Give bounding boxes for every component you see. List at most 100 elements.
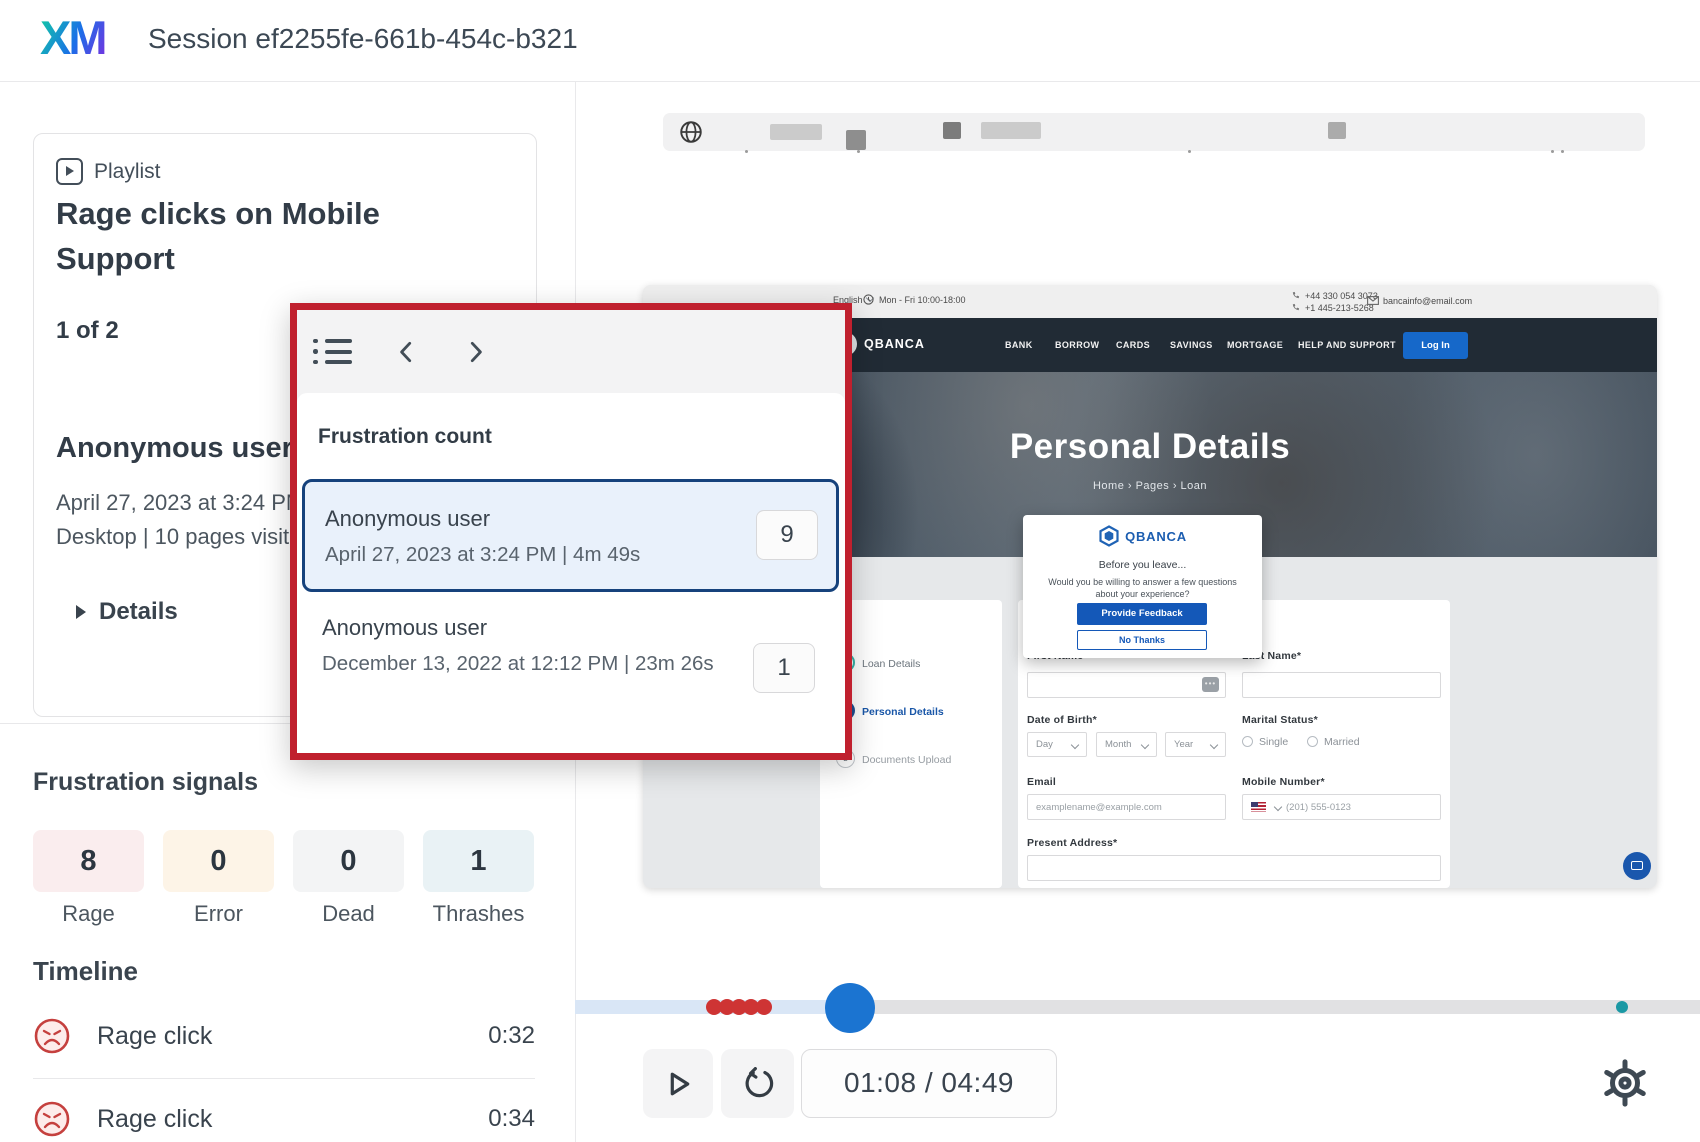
- feedback-modal: QBANCA Before you leave... Would you be …: [1023, 515, 1262, 658]
- dob-month-select[interactable]: Month: [1096, 732, 1157, 757]
- rage-event-marker[interactable]: [756, 999, 772, 1015]
- signal-chip-error: 0: [163, 830, 274, 892]
- redacted-dot: [1188, 150, 1191, 153]
- frustration-signals-heading: Frustration signals: [33, 768, 259, 796]
- replay-browser-bar: [663, 113, 1645, 151]
- frustration-count-badge: 9: [756, 510, 818, 560]
- redacted-dot: [1561, 150, 1564, 153]
- redacted-text-block: [1328, 122, 1346, 139]
- last-name-input[interactable]: [1242, 672, 1441, 698]
- married-radio[interactable]: [1307, 736, 1318, 747]
- single-radio[interactable]: [1242, 736, 1253, 747]
- brand-name: QBANCA: [864, 337, 925, 351]
- autofill-icon[interactable]: •••: [1202, 677, 1219, 692]
- item-meta: December 13, 2022 at 12:12 PM | 23m 26s: [322, 652, 714, 675]
- session-user: Anonymous user: [56, 432, 293, 464]
- list-view-icon[interactable]: [313, 338, 352, 365]
- signal-label-rage: Rage: [62, 901, 115, 926]
- first-name-input[interactable]: [1027, 672, 1226, 698]
- login-button[interactable]: Log In: [1403, 332, 1468, 359]
- email-input[interactable]: [1027, 794, 1226, 820]
- play-icon: [670, 1072, 690, 1095]
- provide-feedback-button[interactable]: Provide Feedback: [1077, 603, 1207, 625]
- signal-chip-rage: 8: [33, 830, 144, 892]
- event-time: 0:34: [488, 1105, 535, 1132]
- chevron-down-icon: [1140, 740, 1150, 749]
- phone-number-2: +1 445-213-5268: [1305, 303, 1374, 313]
- dob-day-select[interactable]: Day: [1027, 732, 1087, 757]
- nav-link-borrow[interactable]: BORROW: [1055, 340, 1099, 350]
- chat-icon: [1631, 861, 1643, 870]
- session-replay-app: XM Session ef2255fe-661b-454c-b321 Playl…: [0, 0, 1700, 1142]
- mobile-placeholder: (201) 555-0123: [1286, 801, 1351, 813]
- session-list-item[interactable]: Anonymous user December 13, 2022 at 12:1…: [302, 605, 839, 747]
- timeline-heading: Timeline: [33, 956, 139, 986]
- nav-link-savings[interactable]: SAVINGS: [1170, 340, 1213, 350]
- dob-label: Date of Birth*: [1027, 714, 1097, 726]
- opening-hours: Mon - Fri 10:00-18:00: [879, 295, 966, 305]
- item-user: Anonymous user: [325, 506, 491, 531]
- chevron-right-icon: [76, 605, 86, 619]
- item-meta: April 27, 2023 at 3:24 PM | 4m 49s: [325, 543, 641, 566]
- clock-icon: [863, 294, 874, 305]
- playlist-icon: [56, 158, 83, 185]
- popup-toolbar: [297, 310, 845, 393]
- playlist-label: Playlist: [94, 159, 161, 183]
- survey-event-marker[interactable]: [1616, 1001, 1628, 1013]
- timeline-event-row[interactable]: Rage click 0:32: [33, 1017, 535, 1055]
- globe-icon: [680, 121, 702, 143]
- signal-label-dead: Dead: [322, 901, 375, 926]
- session-meta: Desktop | 10 pages visited: [56, 524, 314, 549]
- chevron-down-icon: [1273, 802, 1283, 812]
- chevron-down-icon: [1070, 740, 1080, 749]
- modal-body: Would you be willing to answer a few que…: [1048, 577, 1237, 599]
- settings-button[interactable]: [1594, 1052, 1656, 1114]
- event-label: Rage click: [97, 1021, 213, 1050]
- step3-label[interactable]: Documents Upload: [862, 754, 951, 766]
- nav-link-bank[interactable]: BANK: [1005, 340, 1033, 350]
- us-flag-icon: [1251, 802, 1266, 812]
- details-toggle[interactable]: Details: [76, 598, 178, 626]
- present-address-label: Present Address*: [1027, 837, 1118, 849]
- married-label: Married: [1324, 736, 1360, 748]
- phone-icon: [1292, 303, 1300, 311]
- chevron-down-icon: [1209, 740, 1219, 749]
- frustration-count-popup: Frustration count Anonymous user April 2…: [290, 303, 852, 760]
- step1-label[interactable]: Loan Details: [862, 658, 920, 670]
- item-user: Anonymous user: [322, 615, 488, 640]
- modal-brand: QBANCA: [1125, 528, 1187, 544]
- restart-button[interactable]: [721, 1049, 794, 1118]
- mail-icon: [1367, 296, 1379, 305]
- modal-logo: QBANCA: [1023, 525, 1262, 547]
- redacted-dot: [857, 150, 860, 153]
- no-thanks-button[interactable]: No Thanks: [1077, 630, 1207, 650]
- chevron-left-icon[interactable]: [394, 339, 420, 365]
- progress-track-remaining[interactable]: [850, 1000, 1700, 1014]
- timeline-row-divider: [33, 1078, 535, 1079]
- details-label: Details: [99, 598, 178, 625]
- redacted-text-block: [981, 122, 1041, 139]
- rage-face-icon: [34, 1018, 70, 1054]
- email-label: Email: [1027, 776, 1057, 788]
- timeline-event-row[interactable]: Rage click 0:34: [33, 1100, 535, 1138]
- event-time: 0:32: [488, 1022, 535, 1049]
- chat-widget-button[interactable]: [1623, 852, 1651, 880]
- nav-link-help[interactable]: HELP AND SUPPORT: [1298, 340, 1396, 350]
- nav-link-cards[interactable]: CARDS: [1116, 340, 1150, 350]
- playlist-header: Playlist: [56, 158, 161, 185]
- play-button[interactable]: [643, 1049, 713, 1118]
- present-address-input[interactable]: [1027, 855, 1441, 881]
- nav-link-mortgage[interactable]: MORTGAGE: [1227, 340, 1283, 350]
- chevron-right-icon[interactable]: [462, 339, 488, 365]
- phone-icon: [1292, 291, 1300, 299]
- mobile-number-input[interactable]: (201) 555-0123: [1242, 794, 1441, 820]
- dob-year-select[interactable]: Year: [1165, 732, 1226, 757]
- marital-status-label: Marital Status*: [1242, 714, 1318, 726]
- xm-logo: XM: [40, 11, 107, 64]
- playhead-handle[interactable]: [825, 983, 875, 1033]
- signal-label-error: Error: [194, 901, 243, 926]
- qbanca-hex-icon: [1099, 525, 1119, 547]
- step2-label[interactable]: Personal Details: [862, 706, 944, 718]
- mobile-number-label: Mobile Number*: [1242, 776, 1325, 788]
- session-list-item-selected[interactable]: Anonymous user April 27, 2023 at 3:24 PM…: [302, 479, 839, 592]
